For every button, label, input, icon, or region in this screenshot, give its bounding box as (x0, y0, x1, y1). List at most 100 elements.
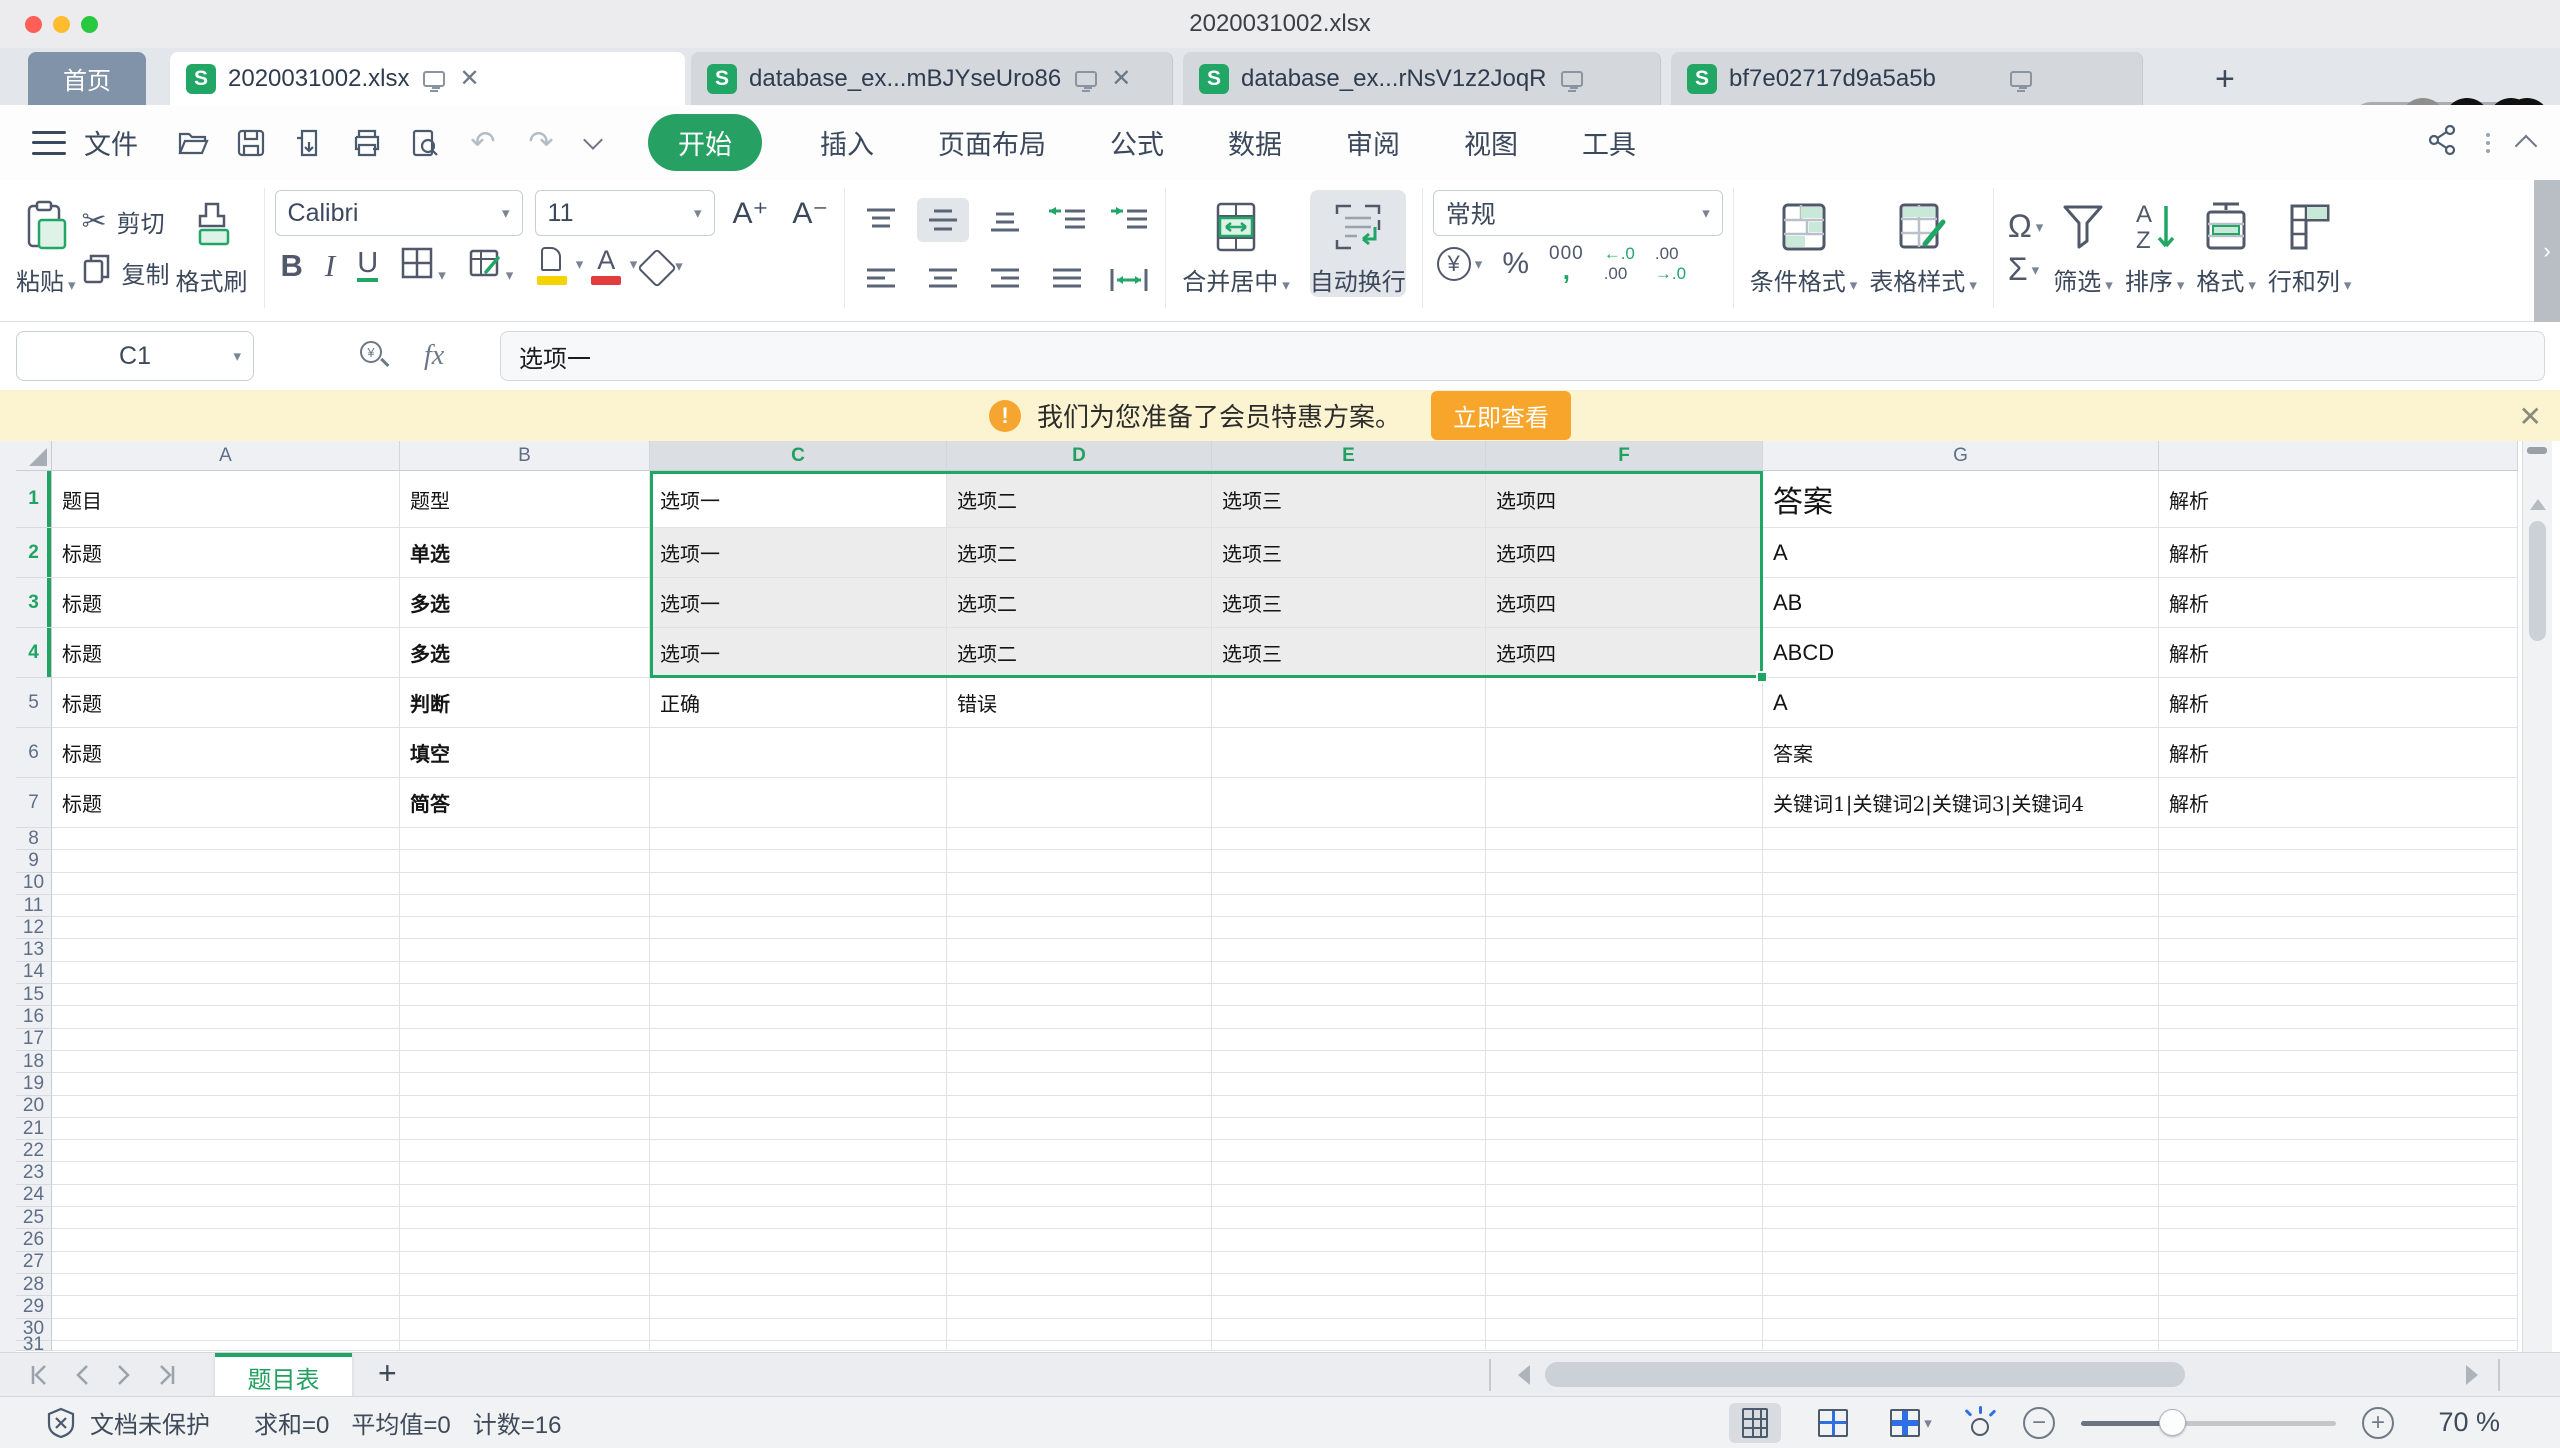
cell-D20[interactable] (947, 1096, 1212, 1118)
undo-icon[interactable]: ↶ (466, 126, 500, 160)
cell-B14[interactable] (400, 962, 650, 984)
cell-C13[interactable] (650, 939, 947, 961)
rows-cols-button[interactable]: 行和列▾ (2268, 190, 2352, 297)
cell-H10[interactable] (2159, 873, 2518, 895)
select-all-corner[interactable] (16, 441, 52, 471)
cell-B11[interactable] (400, 895, 650, 917)
row-header-10[interactable]: 10 (16, 873, 52, 895)
cell-G21[interactable] (1763, 1118, 2159, 1140)
cell-F20[interactable] (1486, 1096, 1763, 1118)
cell-D5[interactable]: 错误 (947, 678, 1212, 728)
cell-F12[interactable] (1486, 917, 1763, 939)
justify-button[interactable] (1041, 258, 1093, 302)
cell-A9[interactable] (52, 850, 400, 872)
cell-B10[interactable] (400, 873, 650, 895)
cell-A28[interactable] (52, 1274, 400, 1296)
cell-G23[interactable] (1763, 1162, 2159, 1184)
cell-B9[interactable] (400, 850, 650, 872)
column-header-H[interactable] (2159, 441, 2518, 471)
toolbar-more-icon[interactable] (583, 130, 603, 150)
cell-D1[interactable]: 选项二 (947, 471, 1212, 528)
cell-C25[interactable] (650, 1207, 947, 1229)
cell-H19[interactable] (2159, 1073, 2518, 1095)
cell-C1[interactable]: 选项一 (650, 471, 947, 528)
cell-D25[interactable] (947, 1207, 1212, 1229)
row-header-26[interactable]: 26 (16, 1229, 52, 1251)
thousands-separator-button[interactable]: 000, (1549, 244, 1584, 283)
cell-C18[interactable] (650, 1051, 947, 1073)
increase-decimal-button[interactable]: .00→.0 (1655, 244, 1686, 283)
cell-C3[interactable]: 选项一 (650, 578, 947, 628)
cell-G31[interactable] (1763, 1341, 2159, 1351)
cell-A7[interactable]: 标题 (52, 778, 400, 828)
print-preview-icon[interactable] (408, 126, 442, 160)
cell-B29[interactable] (400, 1296, 650, 1318)
increase-indent-button[interactable] (1103, 198, 1155, 242)
name-box[interactable]: C1▾ (16, 331, 254, 381)
cell-D22[interactable] (947, 1140, 1212, 1162)
cell-G17[interactable] (1763, 1029, 2159, 1051)
row-header-13[interactable]: 13 (16, 939, 52, 961)
first-sheet-icon[interactable] (26, 1363, 50, 1387)
cell-E13[interactable] (1212, 939, 1486, 961)
cell-B7[interactable]: 简答 (400, 778, 650, 828)
cell-G7[interactable]: 关键词1|关键词2|关键词3|关键词4 (1763, 778, 2159, 828)
merge-center-button[interactable]: 合并居中▾ (1182, 190, 1290, 297)
cell-G14[interactable] (1763, 962, 2159, 984)
column-header-C[interactable]: C (650, 441, 947, 471)
scroll-right-icon[interactable] (2466, 1365, 2478, 1385)
cell-C2[interactable]: 选项一 (650, 528, 947, 578)
decrease-decimal-button[interactable]: ←.0.00 (1604, 244, 1635, 283)
cell-H11[interactable] (2159, 895, 2518, 917)
cell-G15[interactable] (1763, 984, 2159, 1006)
cell-B31[interactable] (400, 1341, 650, 1351)
cell-E10[interactable] (1212, 873, 1486, 895)
cell-C16[interactable] (650, 1006, 947, 1028)
cell-D19[interactable] (947, 1073, 1212, 1095)
cell-A23[interactable] (52, 1162, 400, 1184)
cell-G10[interactable] (1763, 873, 2159, 895)
row-header-20[interactable]: 20 (16, 1096, 52, 1118)
cell-B22[interactable] (400, 1140, 650, 1162)
align-center-button[interactable] (917, 258, 969, 302)
column-header-B[interactable]: B (400, 441, 650, 471)
row-header-11[interactable]: 11 (16, 895, 52, 917)
cell-D24[interactable] (947, 1185, 1212, 1207)
view-offer-button[interactable]: 立即查看 (1431, 391, 1571, 440)
cell-B20[interactable] (400, 1096, 650, 1118)
search-icon[interactable]: ¥ (360, 341, 390, 371)
tab-review[interactable]: 审阅 (1340, 115, 1406, 170)
doc-tab-3[interactable]: S database_ex...rNsV1z2JoqR (1183, 52, 1661, 105)
cell-A10[interactable] (52, 873, 400, 895)
sort-button[interactable]: AZ 排序▾ (2125, 190, 2185, 297)
cell-F29[interactable] (1486, 1296, 1763, 1318)
cell-H28[interactable] (2159, 1274, 2518, 1296)
cell-C4[interactable]: 选项一 (650, 628, 947, 678)
cell-C8[interactable] (650, 828, 947, 850)
cell-H25[interactable] (2159, 1207, 2518, 1229)
cell-H3[interactable]: 解析 (2159, 578, 2518, 628)
cell-D11[interactable] (947, 895, 1212, 917)
percent-button[interactable]: % (1502, 247, 1529, 281)
row-header-27[interactable]: 27 (16, 1252, 52, 1274)
cell-H24[interactable] (2159, 1185, 2518, 1207)
tab-tools[interactable]: 工具 (1576, 115, 1642, 170)
row-header-9[interactable]: 9 (16, 850, 52, 872)
insert-function-icon[interactable]: fx (424, 340, 444, 372)
autosum-button[interactable]: Σ▾ (2008, 251, 2043, 288)
zoom-in-button[interactable]: + (2362, 1407, 2394, 1439)
cell-A26[interactable] (52, 1229, 400, 1251)
fill-handle[interactable] (1756, 671, 1768, 683)
cell-H16[interactable] (2159, 1006, 2518, 1028)
cell-C20[interactable] (650, 1096, 947, 1118)
row-header-1[interactable]: 1 (16, 471, 52, 528)
ribbon-expand-icon[interactable]: › (2534, 180, 2560, 322)
add-sheet-button[interactable]: + (378, 1355, 397, 1392)
cell-C24[interactable] (650, 1185, 947, 1207)
cell-H17[interactable] (2159, 1029, 2518, 1051)
cell-A19[interactable] (52, 1073, 400, 1095)
cell-F25[interactable] (1486, 1207, 1763, 1229)
cell-D6[interactable] (947, 728, 1212, 778)
cell-F18[interactable] (1486, 1051, 1763, 1073)
cell-F26[interactable] (1486, 1229, 1763, 1251)
